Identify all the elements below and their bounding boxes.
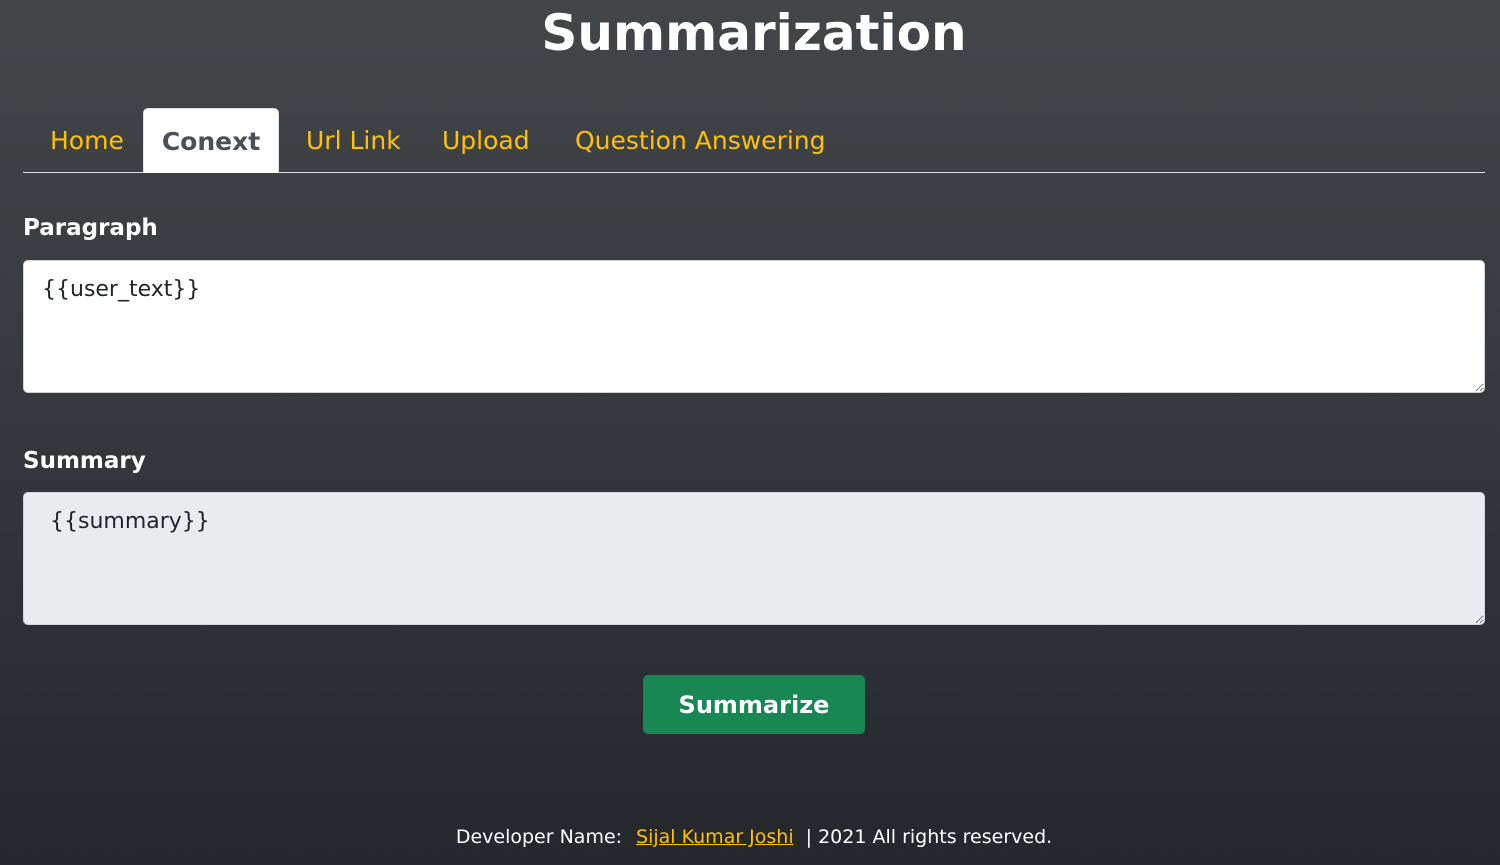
developer-name-link[interactable]: Sijal Kumar Joshi — [636, 826, 794, 848]
summarize-button[interactable]: Summarize — [643, 675, 865, 734]
tab-question-answering[interactable]: Question Answering — [575, 108, 826, 172]
paragraph-label: Paragraph — [23, 215, 158, 241]
tab-home[interactable]: Home — [50, 108, 124, 172]
tab-conext[interactable]: Conext — [143, 108, 279, 173]
tab-bar: Home Conext Url Link Upload Question Ans… — [23, 108, 1485, 173]
summary-label: Summary — [23, 448, 146, 474]
footer-developer-prefix: Developer Name: — [455, 826, 623, 848]
page-title: Summarization — [541, 4, 967, 62]
summary-output[interactable]: {{summary}} — [23, 492, 1485, 625]
tab-upload[interactable]: Upload — [442, 108, 530, 172]
tab-url-link[interactable]: Url Link — [306, 108, 401, 172]
footer: Developer Name: Sijal Kumar Joshi | 2021 A… — [0, 826, 1500, 848]
footer-copyright: | 2021 All rights reserved. — [805, 826, 1053, 848]
paragraph-input[interactable]: {{user_text}} — [23, 260, 1485, 393]
